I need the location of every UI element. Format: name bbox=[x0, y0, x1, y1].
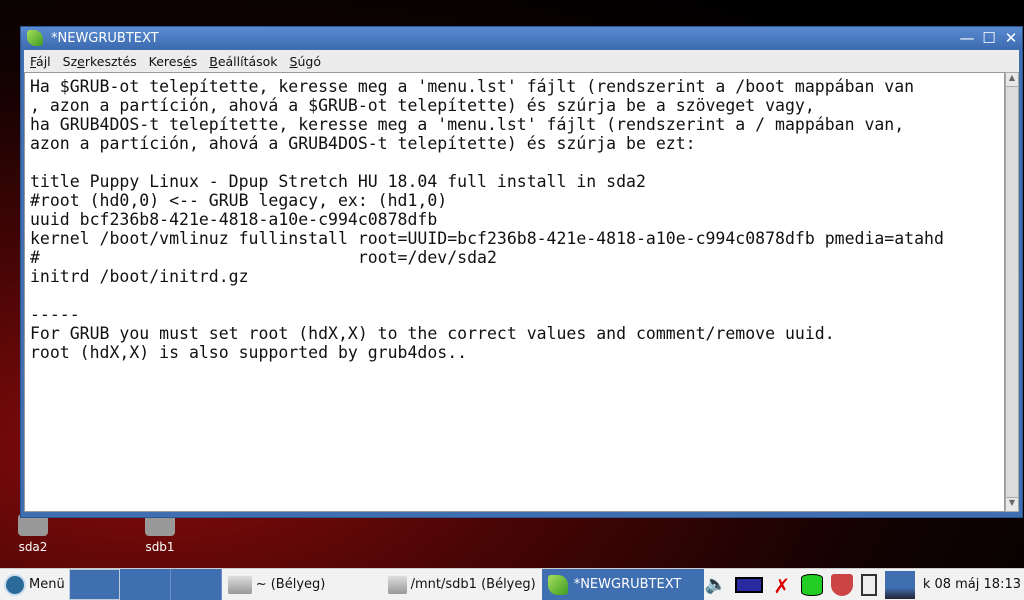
menu-settings[interactable]: Beállítások bbox=[203, 54, 283, 69]
vertical-scrollbar[interactable]: ▲ ▼ bbox=[1005, 72, 1019, 512]
menu-file[interactable]: Fájl bbox=[24, 54, 57, 69]
puppy-logo-icon bbox=[4, 573, 26, 596]
disk-usage-icon[interactable] bbox=[800, 573, 823, 596]
volume-icon[interactable]: 🔈 bbox=[705, 574, 727, 596]
text-line: ----- bbox=[30, 305, 80, 324]
geany-leaf-icon bbox=[547, 574, 568, 595]
text-line: , azon a partíción, ahová a $GRUB-ot tel… bbox=[30, 96, 815, 115]
text-line: Ha $GRUB-ot telepítette, keresse meg a '… bbox=[30, 77, 915, 96]
menu-search[interactable]: Keresés bbox=[143, 54, 204, 69]
start-menu-button[interactable]: Menü bbox=[0, 569, 69, 600]
geany-leaf-icon bbox=[27, 30, 43, 46]
task-sdb1-folder[interactable]: /mnt/sdb1 (Bélyeg) bbox=[382, 569, 542, 600]
workspace-3[interactable] bbox=[170, 569, 222, 600]
taskbar: Menü ~ (Bélyeg) /mnt/sdb1 (Bélyeg) *NEWG… bbox=[0, 568, 1024, 600]
maximize-button[interactable]: ☐ bbox=[978, 29, 1000, 47]
scroll-up-arrow-icon[interactable]: ▲ bbox=[1006, 73, 1018, 87]
workspace-pager bbox=[68, 569, 222, 600]
clock[interactable]: k 08 máj 18:13 bbox=[923, 577, 1021, 592]
menu-help[interactable]: Súgó bbox=[284, 54, 327, 69]
text-line: root (hdX,X) is also supported by grub4d… bbox=[30, 343, 468, 362]
clipboard-icon[interactable] bbox=[860, 573, 877, 596]
text-line: azon a partíción, ahová a GRUB4DOS-t tel… bbox=[30, 134, 696, 153]
editor-window: *NEWGRUBTEXT — ☐ ✕ Fájl Szerkesztés Kere… bbox=[20, 26, 1023, 518]
window-title: *NEWGRUBTEXT bbox=[51, 30, 159, 46]
workspace-2[interactable] bbox=[119, 569, 171, 600]
text-line bbox=[30, 286, 1004, 305]
text-line: initrd /boot/initrd.gz bbox=[30, 267, 249, 286]
text-line bbox=[30, 153, 1004, 172]
close-button[interactable]: ✕ bbox=[1000, 29, 1022, 47]
start-menu-label: Menü bbox=[29, 577, 65, 592]
task-home-folder[interactable]: ~ (Bélyeg) bbox=[222, 569, 382, 600]
task-newgrubtext[interactable]: *NEWGRUBTEXT bbox=[541, 569, 704, 600]
desktop-icon-sda2[interactable]: sda2 bbox=[3, 514, 63, 554]
firewall-shield-icon[interactable] bbox=[830, 573, 853, 596]
text-line: kernel /boot/vmlinuz fullinstall root=UU… bbox=[30, 229, 944, 248]
desktop-icon-label: sdb1 bbox=[145, 540, 175, 554]
desktop-icon-sdb1[interactable]: sdb1 bbox=[130, 514, 190, 554]
menu-edit[interactable]: Szerkesztés bbox=[57, 54, 143, 69]
folder-icon bbox=[227, 575, 252, 594]
text-editor-area[interactable]: Ha $GRUB-ot telepítette, keresse meg a '… bbox=[24, 72, 1005, 512]
network-disconnected-icon[interactable]: ✗ bbox=[771, 574, 793, 598]
text-line: For GRUB you must set root (hdX,X) to th… bbox=[30, 324, 835, 343]
system-tray: 🔈 ✗ k 08 máj 18:13 bbox=[705, 569, 1024, 600]
title-bar[interactable]: *NEWGRUBTEXT — ☐ ✕ bbox=[21, 27, 1022, 49]
text-line: title Puppy Linux - Dpup Stretch HU 18.0… bbox=[30, 172, 646, 191]
desktop-icon-label: sda2 bbox=[18, 540, 48, 554]
battery-power-icon[interactable] bbox=[734, 576, 763, 593]
text-line: uuid bcf236b8-421e-4818-a10e-c994c0878df… bbox=[30, 210, 438, 229]
workspace-1[interactable] bbox=[68, 569, 120, 600]
folder-icon bbox=[387, 575, 407, 594]
minimize-button[interactable]: — bbox=[956, 29, 978, 47]
menu-bar: Fájl Szerkesztés Keresés Beállítások Súg… bbox=[24, 50, 1019, 72]
cpu-monitor-graph bbox=[884, 570, 915, 599]
scroll-down-arrow-icon[interactable]: ▼ bbox=[1006, 497, 1018, 511]
text-line: ha GRUB4DOS-t telepítette, keresse meg a… bbox=[30, 115, 905, 134]
text-line: # root=/dev/sda2 bbox=[30, 248, 497, 267]
text-line: #root (hd0,0) <-- GRUB legacy, ex: (hd1,… bbox=[30, 191, 448, 210]
